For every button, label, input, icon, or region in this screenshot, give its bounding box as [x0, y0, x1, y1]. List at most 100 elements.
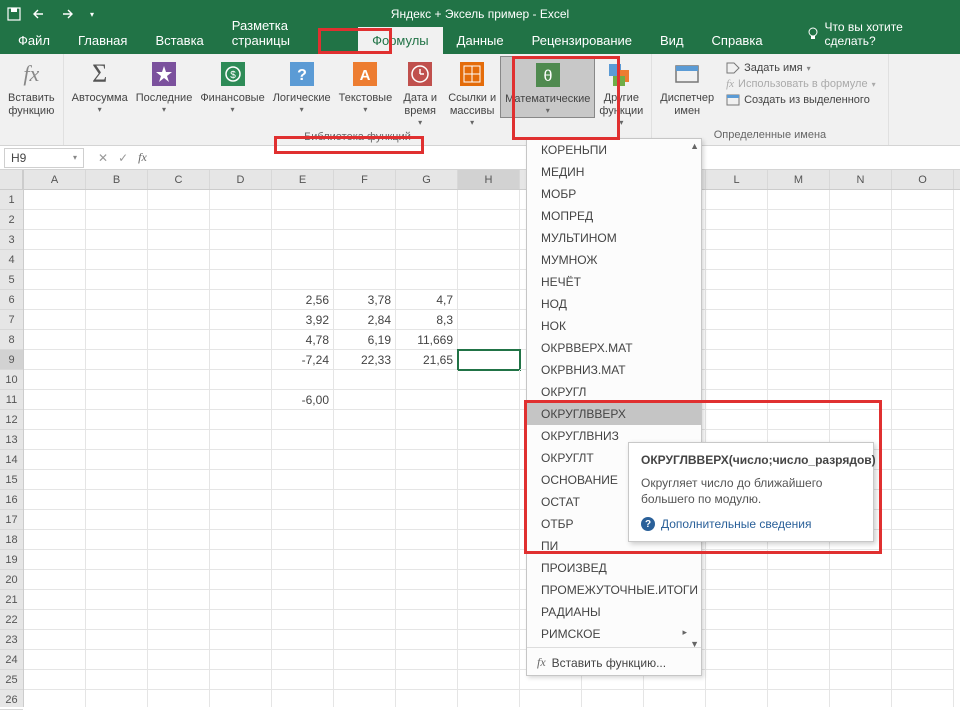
func-item-нод[interactable]: НОД: [527, 293, 701, 315]
row-header-1[interactable]: 1: [0, 190, 23, 210]
cell-A1[interactable]: [24, 190, 86, 210]
save-icon[interactable]: [6, 6, 22, 22]
cell-E4[interactable]: [272, 250, 334, 270]
cell-F15[interactable]: [334, 470, 396, 490]
cell-C17[interactable]: [148, 510, 210, 530]
cell-A7[interactable]: [24, 310, 86, 330]
cell-H13[interactable]: [458, 430, 520, 450]
cell-G17[interactable]: [396, 510, 458, 530]
row-header-12[interactable]: 12: [0, 410, 23, 430]
cell-O25[interactable]: [892, 670, 954, 690]
cell-L9[interactable]: [706, 350, 768, 370]
cell-E3[interactable]: [272, 230, 334, 250]
cell-B10[interactable]: [86, 370, 148, 390]
cell-H6[interactable]: [458, 290, 520, 310]
func-item-мобр[interactable]: МОБР: [527, 183, 701, 205]
cell-A6[interactable]: [24, 290, 86, 310]
cell-A19[interactable]: [24, 550, 86, 570]
lookup-button[interactable]: Ссылки и массивы▾: [444, 56, 500, 129]
cell-D19[interactable]: [210, 550, 272, 570]
cell-C19[interactable]: [148, 550, 210, 570]
cell-G7[interactable]: 8,3: [396, 310, 458, 330]
cell-N7[interactable]: [830, 310, 892, 330]
row-header-8[interactable]: 8: [0, 330, 23, 350]
recent-functions-button[interactable]: Последние▾: [132, 56, 197, 116]
cell-H16[interactable]: [458, 490, 520, 510]
func-item-мумнож[interactable]: МУМНОЖ: [527, 249, 701, 271]
cell-O22[interactable]: [892, 610, 954, 630]
tab-home[interactable]: Главная: [64, 27, 141, 54]
cell-H5[interactable]: [458, 270, 520, 290]
func-item-окрвверх.мат[interactable]: ОКРВВЕРХ.МАТ: [527, 337, 701, 359]
cell-N23[interactable]: [830, 630, 892, 650]
func-item-медин[interactable]: МЕДИН: [527, 161, 701, 183]
cell-B1[interactable]: [86, 190, 148, 210]
column-header-G[interactable]: G: [396, 170, 458, 189]
cell-K26[interactable]: [644, 690, 706, 707]
cell-O8[interactable]: [892, 330, 954, 350]
cell-D9[interactable]: [210, 350, 272, 370]
cell-H23[interactable]: [458, 630, 520, 650]
cell-H15[interactable]: [458, 470, 520, 490]
cell-O24[interactable]: [892, 650, 954, 670]
func-item-кореньпи[interactable]: КОРЕНЬПИ: [527, 139, 701, 161]
cell-L3[interactable]: [706, 230, 768, 250]
cell-A26[interactable]: [24, 690, 86, 707]
enter-icon[interactable]: ✓: [118, 151, 128, 165]
row-header-5[interactable]: 5: [0, 270, 23, 290]
row-header-10[interactable]: 10: [0, 370, 23, 390]
cell-M1[interactable]: [768, 190, 830, 210]
scroll-down-icon[interactable]: ▼: [690, 639, 699, 649]
cell-F22[interactable]: [334, 610, 396, 630]
cell-N12[interactable]: [830, 410, 892, 430]
autosum-button[interactable]: Σ Автосумма▾: [68, 56, 132, 116]
cell-H11[interactable]: [458, 390, 520, 410]
cell-E13[interactable]: [272, 430, 334, 450]
cell-B3[interactable]: [86, 230, 148, 250]
cell-F4[interactable]: [334, 250, 396, 270]
column-header-B[interactable]: B: [86, 170, 148, 189]
cell-G9[interactable]: 21,65: [396, 350, 458, 370]
cell-F9[interactable]: 22,33: [334, 350, 396, 370]
cell-B18[interactable]: [86, 530, 148, 550]
cell-C18[interactable]: [148, 530, 210, 550]
cell-O23[interactable]: [892, 630, 954, 650]
cell-G20[interactable]: [396, 570, 458, 590]
cell-O13[interactable]: [892, 430, 954, 450]
cell-E14[interactable]: [272, 450, 334, 470]
cell-G2[interactable]: [396, 210, 458, 230]
cell-B2[interactable]: [86, 210, 148, 230]
cell-M25[interactable]: [768, 670, 830, 690]
tab-data[interactable]: Данные: [443, 27, 518, 54]
cell-H10[interactable]: [458, 370, 520, 390]
cell-N1[interactable]: [830, 190, 892, 210]
cell-H17[interactable]: [458, 510, 520, 530]
cell-E2[interactable]: [272, 210, 334, 230]
cell-F10[interactable]: [334, 370, 396, 390]
cell-O14[interactable]: [892, 450, 954, 470]
cell-A2[interactable]: [24, 210, 86, 230]
cell-D8[interactable]: [210, 330, 272, 350]
cell-H20[interactable]: [458, 570, 520, 590]
datetime-button[interactable]: Дата и время▾: [396, 56, 444, 129]
cell-N21[interactable]: [830, 590, 892, 610]
cell-M24[interactable]: [768, 650, 830, 670]
cell-D2[interactable]: [210, 210, 272, 230]
cell-N4[interactable]: [830, 250, 892, 270]
cell-L20[interactable]: [706, 570, 768, 590]
cell-D11[interactable]: [210, 390, 272, 410]
column-header-C[interactable]: C: [148, 170, 210, 189]
cell-A18[interactable]: [24, 530, 86, 550]
cell-E17[interactable]: [272, 510, 334, 530]
cell-L19[interactable]: [706, 550, 768, 570]
cell-A24[interactable]: [24, 650, 86, 670]
row-header-13[interactable]: 13: [0, 430, 23, 450]
cell-D7[interactable]: [210, 310, 272, 330]
cell-B12[interactable]: [86, 410, 148, 430]
cell-O3[interactable]: [892, 230, 954, 250]
tab-insert[interactable]: Вставка: [141, 27, 217, 54]
cell-F26[interactable]: [334, 690, 396, 707]
cell-G14[interactable]: [396, 450, 458, 470]
row-header-4[interactable]: 4: [0, 250, 23, 270]
row-header-19[interactable]: 19: [0, 550, 23, 570]
